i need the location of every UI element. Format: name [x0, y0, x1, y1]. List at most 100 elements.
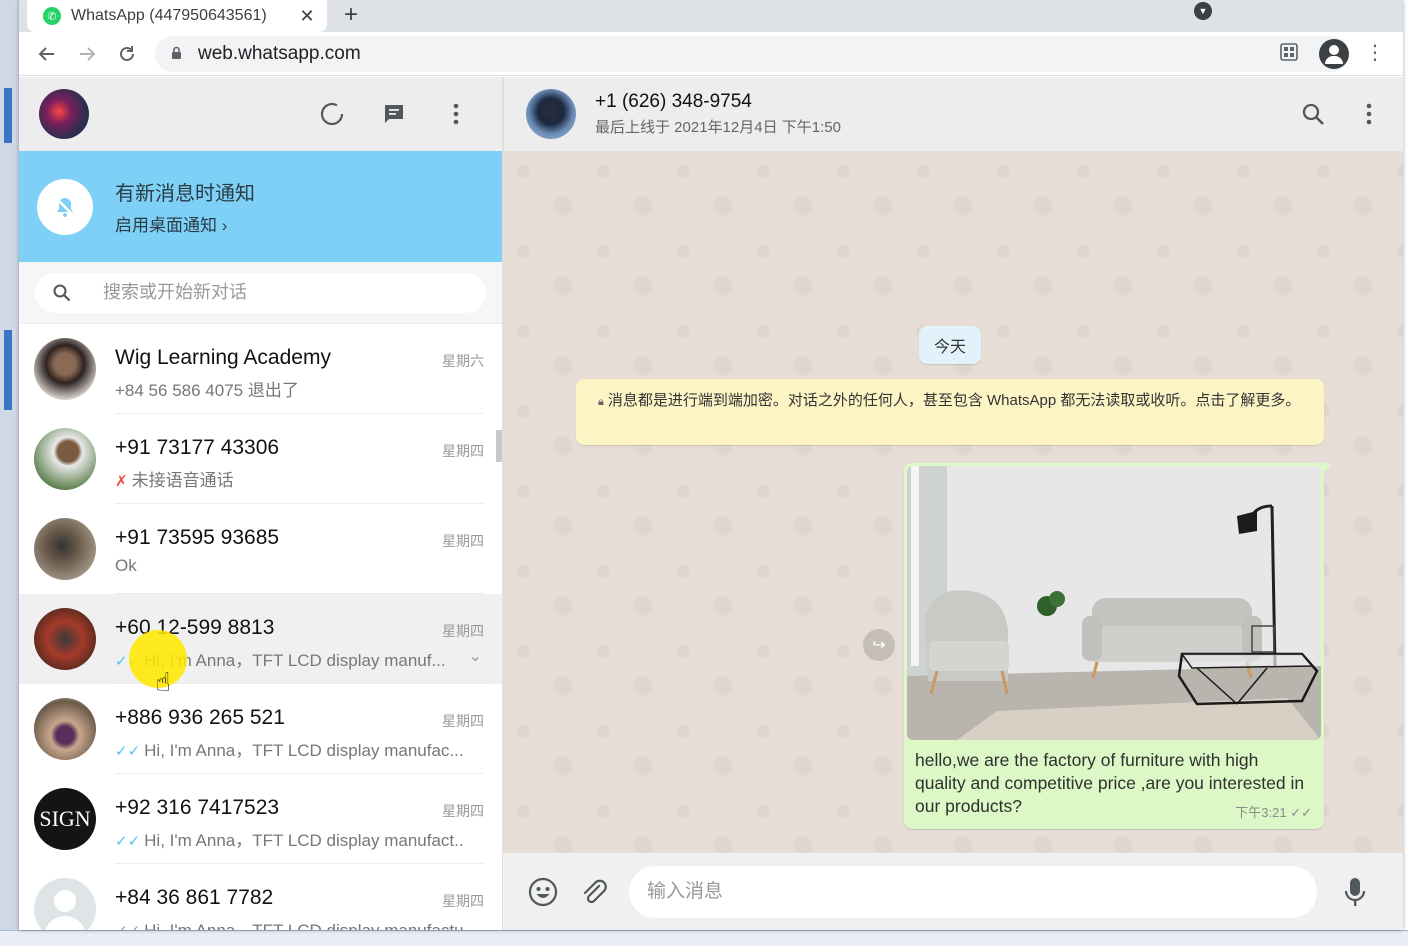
chat-name: +91 73177 43306 — [115, 436, 280, 459]
desktop-left-edge — [0, 0, 19, 946]
chat-item-active[interactable]: +60 12-599 8813 星期四 ✓✓ Hi, I'm Anna，TFT L… — [19, 594, 502, 684]
chevron-down-icon[interactable]: ⌄ — [469, 646, 482, 666]
search-icon[interactable] — [1297, 98, 1329, 130]
forward-icon[interactable]: ↪ — [863, 629, 895, 661]
microphone-icon[interactable] — [1339, 876, 1371, 908]
arrow-right-icon — [80, 46, 96, 61]
preview-text: 未接语音通话 — [131, 471, 234, 490]
default-avatar-icon — [34, 878, 96, 930]
back-button[interactable] — [27, 34, 67, 74]
notification-text: 有新消息时通知 启用桌面通知 › — [115, 177, 255, 236]
conversation-actions — [1297, 98, 1385, 130]
browser-toolbar: web.whatsapp.com ☆ ⋮ — [19, 32, 1403, 76]
profile-avatar-icon[interactable] — [1319, 39, 1349, 69]
browser-tab[interactable]: ✆ WhatsApp (447950643561) ✕ — [27, 0, 327, 32]
chat-body: Wig Learning Academy 星期六 +84 56 586 4075… — [115, 324, 484, 414]
address-bar[interactable]: web.whatsapp.com ☆ — [155, 36, 1349, 72]
chat-body: +92 316 7417523 星期四 ✓✓ Hi, I'm Anna，TFT L… — [115, 774, 484, 864]
chat-item-wig-learning-academy[interactable]: Wig Learning Academy 星期六 +84 56 586 4075… — [19, 324, 502, 414]
chat-item[interactable]: +91 73595 93685 星期四 Ok — [19, 504, 502, 594]
avatar — [34, 338, 96, 400]
furniture-photo[interactable] — [907, 466, 1321, 740]
living-room-image — [907, 466, 1321, 740]
arrow-left-icon — [38, 46, 54, 61]
chat-body: +84 36 861 7782 星期四 ✓✓ Hi, I'm Anna，TFT L… — [115, 864, 484, 930]
chat-name: Wig Learning Academy — [115, 346, 331, 369]
my-avatar[interactable] — [39, 89, 89, 139]
chat-item[interactable]: SIGN +92 316 7417523 星期四 ✓✓ Hi, I'm Anna，… — [19, 774, 502, 864]
hand-cursor-icon: ☝ — [155, 667, 171, 697]
menu-icon[interactable] — [1353, 98, 1385, 130]
delivered-ticks-icon: ✓✓ — [1290, 805, 1312, 820]
muted-bell-icon — [37, 178, 93, 235]
qr-code-icon[interactable] — [1269, 42, 1309, 66]
tab-close-icon[interactable]: ✕ — [297, 6, 317, 27]
avatar: SIGN — [34, 788, 96, 850]
desktop-notification-banner[interactable]: 有新消息时通知 启用桌面通知 › — [19, 151, 502, 262]
read-ticks-icon: ✓✓ — [115, 923, 140, 930]
enable-notification-link[interactable]: 启用桌面通知 › — [115, 211, 255, 236]
chat-time: 星期四 — [442, 893, 484, 909]
chat-time: 星期四 — [442, 533, 484, 549]
avatar — [34, 518, 96, 580]
message-composer — [503, 853, 1403, 930]
chat-preview: Ok — [115, 556, 465, 576]
date-chip: 今天 — [919, 326, 981, 364]
peer-info: +1 (626) 348-9754 最后上线于 2021年12月4日 下午1:5… — [595, 91, 841, 137]
lock-icon: 🔒︎ — [598, 396, 604, 408]
sidebar-header — [19, 77, 502, 151]
lock-icon — [171, 46, 182, 63]
chat-time: 星期四 — [442, 803, 484, 819]
chat-name: +886 936 265 521 — [115, 706, 285, 729]
reload-button[interactable] — [107, 34, 147, 74]
conversation-header[interactable]: +1 (626) 348-9754 最后上线于 2021年12月4日 下午1:5… — [503, 77, 1403, 151]
menu-icon[interactable] — [440, 98, 472, 130]
chat-item[interactable]: +91 73177 43306 星期四 ✗ 未接语音通话 — [19, 414, 502, 504]
avatar — [34, 608, 96, 670]
chat-preview: ✗ 未接语音通话 — [115, 466, 465, 491]
new-tab-button[interactable]: + — [344, 1, 358, 29]
chat-body: +91 73177 43306 星期四 ✗ 未接语音通话 — [115, 414, 484, 504]
chat-item[interactable]: +84 36 861 7782 星期四 ✓✓ Hi, I'm Anna，TFT L… — [19, 864, 502, 930]
last-seen: 最后上线于 2021年12月4日 下午1:50 — [595, 119, 841, 136]
message-bubble[interactable]: hello,we are the factory of furniture wi… — [904, 463, 1332, 829]
chat-sidebar: 有新消息时通知 启用桌面通知 › Wig Learning Academy 星期… — [19, 77, 503, 930]
url-text[interactable]: web.whatsapp.com — [198, 43, 1269, 65]
tab-search-icon[interactable]: ▼ — [1194, 2, 1212, 20]
encryption-notice[interactable]: 🔒︎ 消息都是进行端到端加密。对话之外的任何人，甚至包含 WhatsApp 都无法… — [576, 379, 1324, 445]
whatsapp-app: 有新消息时通知 启用桌面通知 › Wig Learning Academy 星期… — [19, 77, 1403, 930]
status-icon[interactable] — [316, 98, 348, 130]
chat-preview: ✓✓ Hi, I'm Anna，TFT LCD display manufac..… — [115, 736, 465, 761]
whatsapp-logo-icon: ✆ — [43, 7, 61, 25]
chat-name: +92 316 7417523 — [115, 796, 280, 819]
preview-text: Hi, I'm Anna，TFT LCD display manuf... — [144, 651, 446, 670]
browser-menu-icon[interactable]: ⋮ — [1365, 40, 1385, 65]
search-input[interactable] — [103, 282, 423, 303]
conversation-panel: +1 (626) 348-9754 最后上线于 2021年12月4日 下午1:5… — [503, 77, 1403, 930]
emoji-icon[interactable] — [527, 876, 559, 908]
new-chat-icon[interactable] — [378, 98, 410, 130]
browser-window: ✆ WhatsApp (447950643561) ✕ + ▼ web.what… — [19, 0, 1403, 930]
preview-text: Hi, I'm Anna，TFT LCD display manufac... — [144, 741, 464, 760]
tab-strip: ✆ WhatsApp (447950643561) ✕ + ▼ — [19, 0, 1403, 32]
forward-button[interactable] — [67, 34, 107, 74]
encryption-text: 消息都是进行端到端加密。对话之外的任何人，甚至包含 WhatsApp 都无法读取… — [607, 392, 1301, 409]
tab-title: WhatsApp (447950643561) — [71, 7, 267, 24]
message-input[interactable] — [629, 865, 1317, 918]
chat-preview: ✓✓ Hi, I'm Anna，TFT LCD display manufact.… — [115, 826, 465, 851]
attach-icon[interactable] — [577, 876, 609, 908]
chat-item[interactable]: +886 936 265 521 星期四 ✓✓ Hi, I'm Anna，TFT … — [19, 684, 502, 774]
preview-text: +84 56 586 4075 退出了 — [115, 381, 299, 400]
desktop-strip — [4, 330, 12, 410]
peer-name: +1 (626) 348-9754 — [595, 91, 752, 112]
message-meta: 下午3:21 ✓✓ — [1235, 802, 1312, 821]
scrollbar[interactable] — [496, 430, 502, 462]
chat-time: 星期四 — [442, 713, 484, 729]
chat-name: +91 73595 93685 — [115, 526, 280, 549]
message-time: 下午3:21 — [1235, 805, 1287, 820]
chat-preview: ✓✓ Hi, I'm Anna，TFT LCD display manufactu… — [115, 916, 465, 930]
preview-text: Hi, I'm Anna，TFT LCD display manufact... — [144, 831, 465, 850]
avatar[interactable] — [526, 89, 576, 139]
search-icon — [53, 284, 71, 301]
preview-text: Ok — [115, 556, 137, 575]
